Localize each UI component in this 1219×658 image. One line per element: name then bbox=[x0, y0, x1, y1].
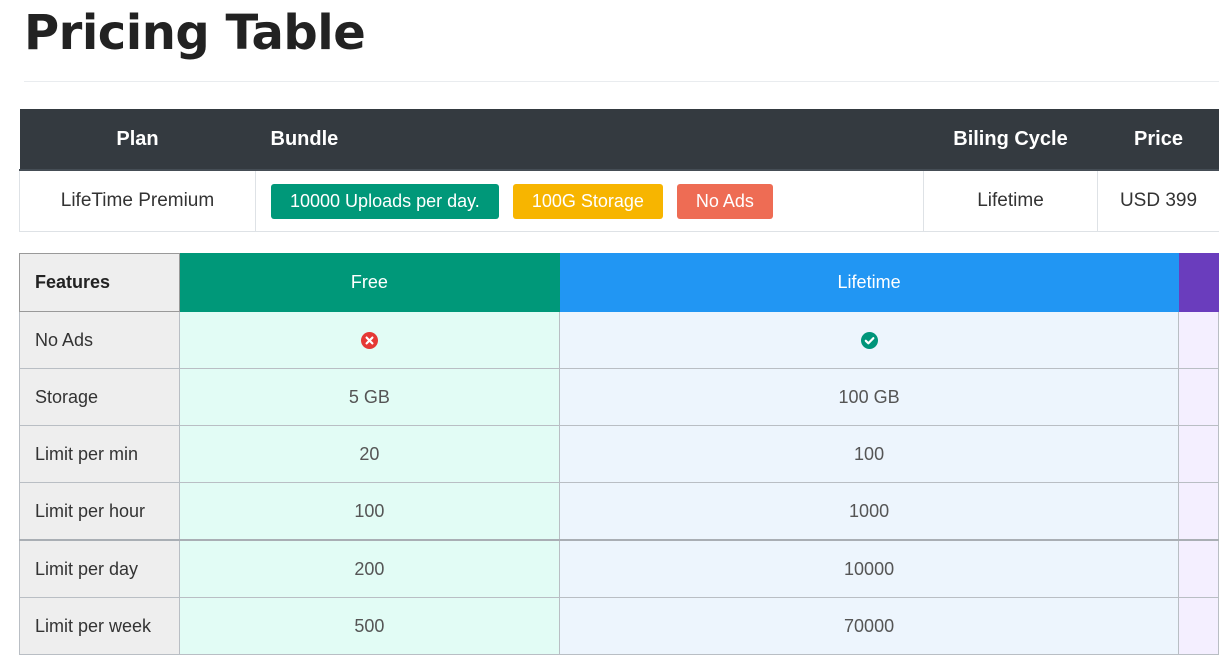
third-plan-value bbox=[1178, 539, 1219, 598]
third-plan-value bbox=[1178, 425, 1219, 483]
free-value: 500 bbox=[179, 597, 560, 655]
feature-row-storage: Storage 5 GB 100 GB bbox=[18, 368, 1219, 426]
page-title: Pricing Table bbox=[24, 5, 366, 61]
feature-name: Limit per week bbox=[18, 597, 181, 655]
billing-cycle-header: Biling Cycle bbox=[923, 109, 1098, 171]
lifetime-value: 70000 bbox=[558, 597, 1180, 655]
plan-header: Plan bbox=[19, 109, 256, 171]
plan-row: LifeTime Premium 10000 Uploads per day. 1… bbox=[19, 170, 1219, 232]
uploads-badge: 10000 Uploads per day. bbox=[271, 183, 499, 219]
lifetime-value: 100 GB bbox=[558, 368, 1180, 426]
free-value: 200 bbox=[179, 539, 560, 598]
free-value: 100 bbox=[179, 482, 560, 541]
feature-row-limit-per-min: Limit per min 20 100 bbox=[18, 425, 1219, 483]
feature-row-limit-per-week: Limit per week 500 70000 bbox=[18, 597, 1219, 655]
billing-cycle-value: Lifetime bbox=[923, 170, 1098, 232]
title-divider bbox=[24, 81, 1219, 82]
free-value: 5 GB bbox=[179, 368, 560, 426]
feature-name: Limit per hour bbox=[18, 482, 181, 541]
storage-badge: 100G Storage bbox=[512, 183, 663, 219]
plan-table-header-row: Plan Bundle Biling Cycle Price bbox=[19, 109, 1219, 171]
price-header: Price bbox=[1097, 109, 1219, 171]
feature-name: Limit per min bbox=[18, 425, 181, 483]
feature-name: No Ads bbox=[18, 311, 181, 369]
third-plan-header bbox=[1178, 253, 1219, 312]
plan-name: LifeTime Premium bbox=[19, 170, 256, 232]
feature-row-limit-per-day: Limit per day 200 10000 bbox=[18, 539, 1219, 598]
lifetime-value: 1000 bbox=[558, 482, 1180, 541]
feature-row-limit-per-hour: Limit per hour 100 1000 bbox=[18, 482, 1219, 541]
feature-name: Limit per day bbox=[18, 539, 181, 598]
free-value bbox=[179, 311, 560, 369]
features-table: Features Free Lifetime No Ads Storage 5 … bbox=[18, 253, 1219, 655]
third-plan-value bbox=[1178, 597, 1219, 655]
lifetime-plan-header: Lifetime bbox=[558, 253, 1180, 312]
plan-table: Plan Bundle Biling Cycle Price LifeTime … bbox=[19, 109, 1219, 232]
lifetime-value bbox=[558, 311, 1180, 369]
feature-name: Storage bbox=[18, 368, 181, 426]
free-plan-header: Free bbox=[179, 253, 560, 312]
price-value: USD 399 bbox=[1097, 170, 1219, 232]
third-plan-value bbox=[1178, 368, 1219, 426]
third-plan-value bbox=[1178, 311, 1219, 369]
third-plan-value bbox=[1178, 482, 1219, 541]
lifetime-value: 10000 bbox=[558, 539, 1180, 598]
lifetime-value: 100 bbox=[558, 425, 1180, 483]
x-circle-icon bbox=[360, 332, 378, 350]
free-value: 20 bbox=[179, 425, 560, 483]
check-circle-icon bbox=[860, 332, 878, 350]
features-header-row: Features Free Lifetime bbox=[18, 253, 1219, 312]
features-header: Features bbox=[18, 253, 181, 312]
no-ads-badge: No Ads bbox=[676, 183, 773, 219]
feature-row-no-ads: No Ads bbox=[18, 311, 1219, 369]
bundle-header: Bundle bbox=[255, 109, 924, 171]
bundle-cell: 10000 Uploads per day. 100G Storage No Ads bbox=[255, 170, 924, 232]
page: Pricing Table Plan Bundle Biling Cycle P… bbox=[0, 0, 1219, 658]
